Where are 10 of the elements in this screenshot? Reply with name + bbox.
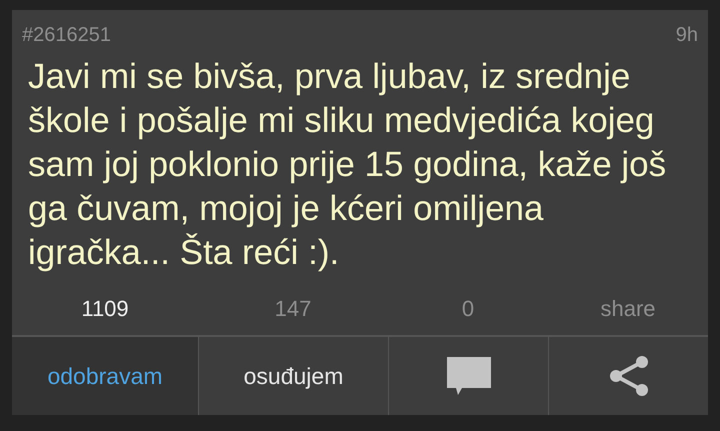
post-age: 9h [676, 24, 698, 47]
count-label: 1109 [81, 296, 129, 322]
comment-icon [446, 357, 490, 395]
count-label: 0 [462, 296, 474, 322]
count-label: share [600, 296, 656, 322]
post-number: #2616251 [22, 24, 111, 47]
post-text: Javi mi se bivša, prva ljubav, iz srednje škole i pošalje mi sliku medvjedića kojeg sam joj poklonio prije 15 godina, kaže još ga čuvam, mojoj je kćeri omiljena igračka... Šta reći :). [27, 56, 668, 274]
vote-button[interactable]: odobravam [12, 337, 198, 415]
count-label: 147 [274, 296, 312, 322]
share-icon [608, 356, 648, 396]
